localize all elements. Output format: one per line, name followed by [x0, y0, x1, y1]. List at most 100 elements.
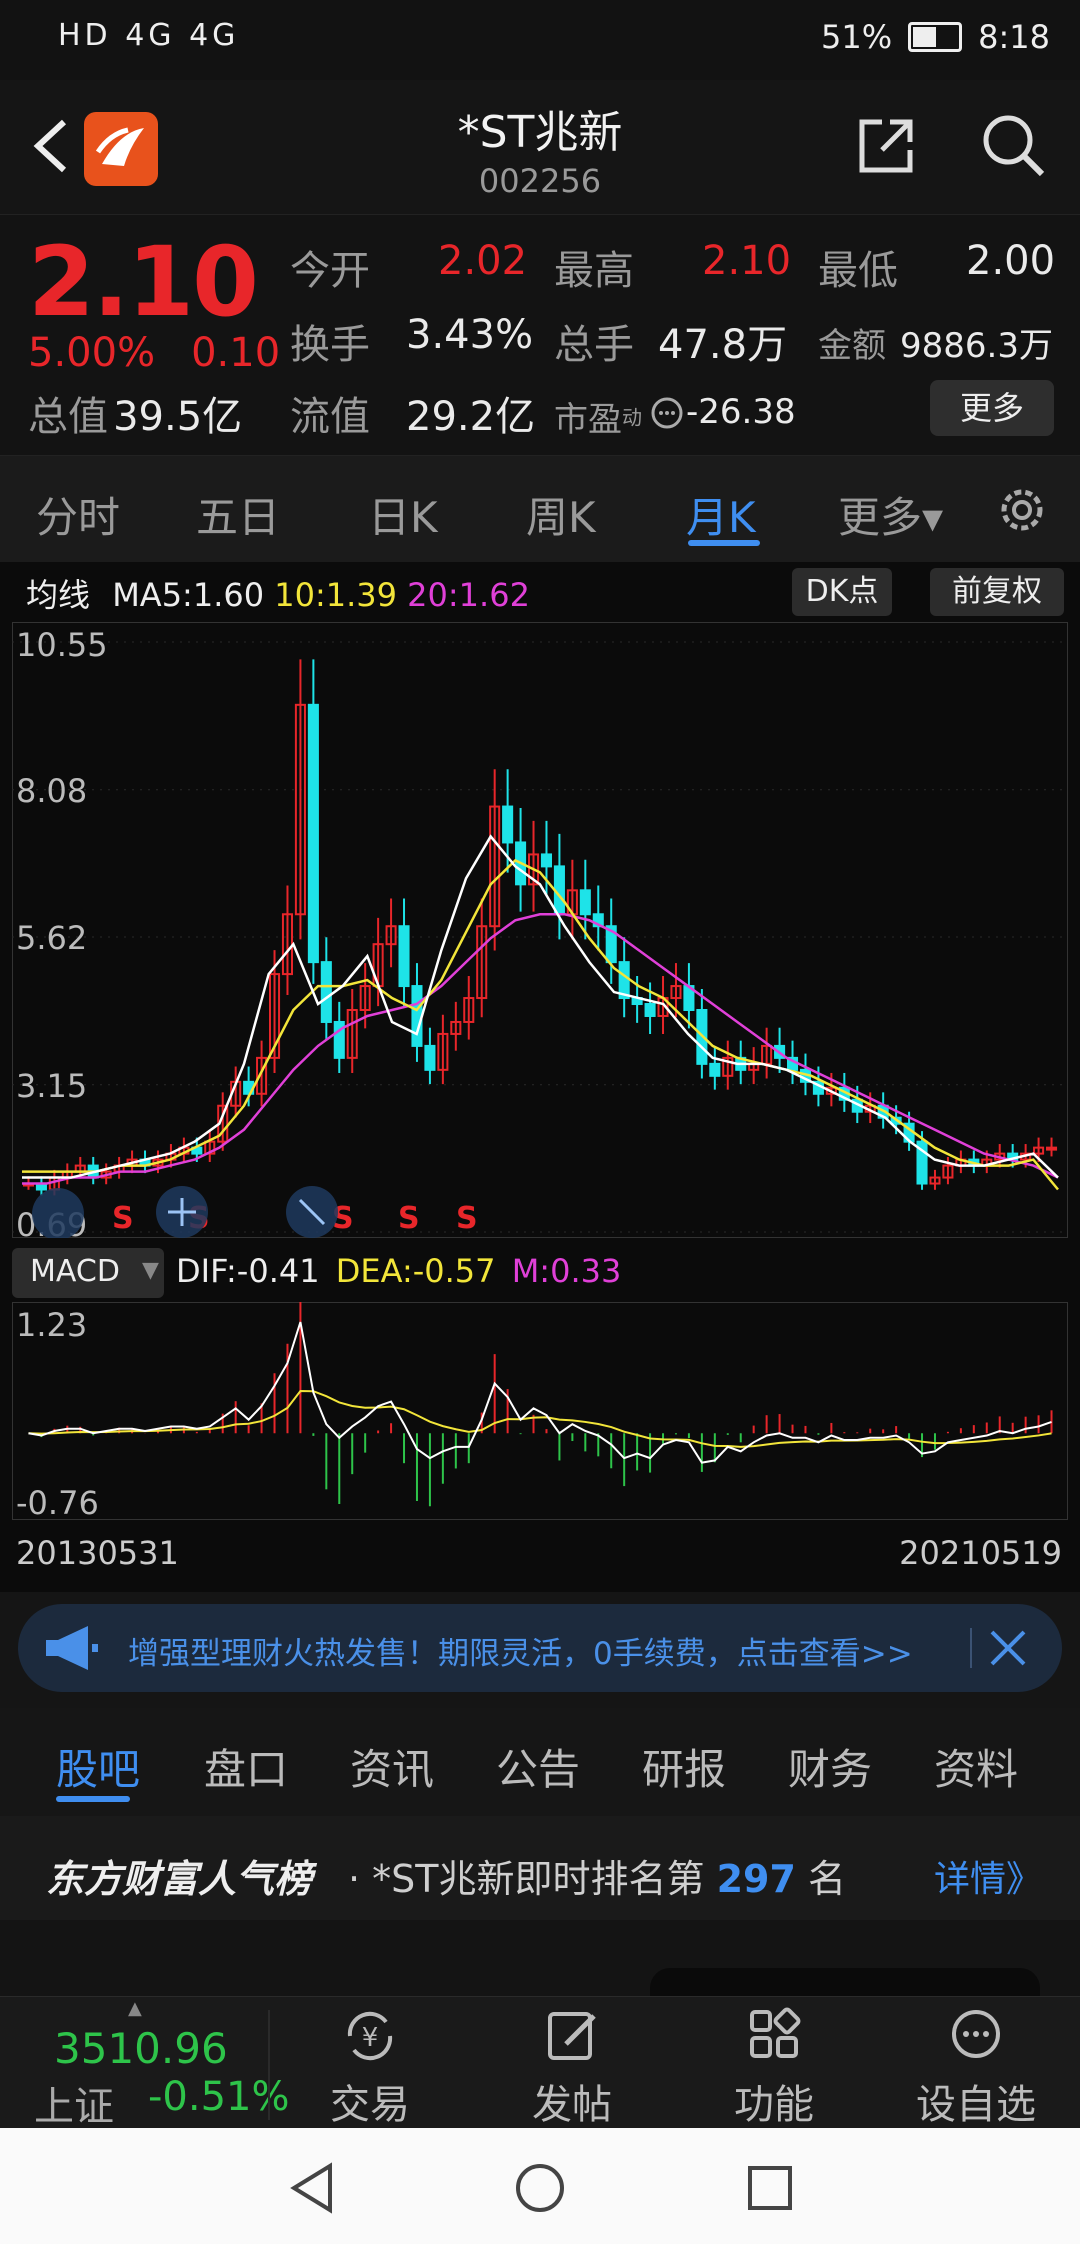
tab-research[interactable]: 研报 [642, 1736, 726, 1797]
dif-line [28, 1321, 1052, 1464]
gear-icon[interactable] [994, 482, 1050, 538]
zoom-out-control [32, 1188, 84, 1238]
ma5-line [22, 834, 1059, 1179]
dea-line [28, 1389, 1052, 1448]
y-tick-label: 3.15 [16, 1067, 87, 1105]
stock-code: 002256 [478, 162, 602, 200]
x-end-date: 20210519 [899, 1534, 1062, 1572]
candle-body [320, 961, 332, 1023]
tab-orderbook[interactable]: 盘口 [204, 1736, 288, 1797]
turnover: 3.43% [406, 312, 534, 358]
y-tick-label: 10.55 [16, 626, 108, 664]
more-quote-button[interactable]: 更多 [930, 380, 1054, 436]
macd-tick-label: 1.23 [16, 1306, 87, 1344]
ma10-line [22, 858, 1059, 1191]
edit-icon [548, 2012, 596, 2060]
candle-body [502, 805, 514, 844]
tab-monthly-k[interactable]: 月K [686, 484, 756, 545]
tab-announcements[interactable]: 公告 [496, 1736, 580, 1797]
macd-tick-label: -0.76 [16, 1484, 99, 1520]
rank-brand: 东方财富人气榜 [46, 1857, 313, 1901]
info-face-icon[interactable] [650, 396, 684, 430]
ma10-value: 10:1.39 [274, 576, 397, 614]
index-value[interactable]: 3510.96 [54, 2024, 228, 2073]
nav-home-icon[interactable] [512, 2160, 568, 2216]
ma5-value: MA5:1.60 [112, 576, 265, 614]
status-left: HD 4G 4G [58, 18, 240, 53]
promo-text[interactable]: 增强型理财火热发售！期限灵活，0手续费，点击查看>> [128, 1628, 913, 1673]
price-change: 5.00% 0.10 [28, 330, 281, 376]
search-icon[interactable] [980, 112, 1046, 178]
stock-name: *ST兆新 [457, 107, 623, 158]
market-cap: 39.5亿 [113, 394, 243, 440]
current-price: 2.10 [28, 226, 259, 338]
x-start-date: 20130531 [16, 1534, 179, 1572]
index-name[interactable]: 上证 [34, 2074, 114, 2132]
functions-button[interactable]: 功能 [714, 2006, 834, 2130]
share-icon[interactable] [856, 116, 916, 176]
y-tick-label: 5.62 [16, 919, 87, 957]
tab-weekly-k[interactable]: 周K [526, 484, 596, 545]
pe-ratio: -26.38 [686, 392, 796, 432]
candle-body [540, 853, 553, 868]
tab-daily-k[interactable]: 日K [368, 484, 438, 545]
candle-body [307, 703, 319, 964]
candle-body [411, 985, 423, 1047]
status-bar: HD 4G 4G 51% 8:18 [0, 0, 1080, 80]
candle-body [579, 889, 591, 916]
candle-body [398, 925, 410, 988]
dropdown-arrow-icon: ▼ [142, 1258, 159, 1283]
candle-body [424, 1044, 436, 1071]
yen-cycle-icon: ¥ [347, 2011, 393, 2061]
float-cap: 29.2亿 [406, 394, 536, 440]
kline-chart[interactable]: 10.558.085.623.150.69SSSSS [12, 622, 1068, 1238]
low-price: 2.00 [966, 238, 1056, 284]
tab-news[interactable]: 资讯 [350, 1736, 434, 1797]
battery-icon [908, 22, 963, 52]
ma20-line [22, 913, 1059, 1185]
svg-text:¥: ¥ [362, 2023, 379, 2053]
trade-button[interactable]: ¥ 交易 [310, 2006, 430, 2130]
grid-icon [750, 2007, 801, 2058]
volume: 47.8万 [658, 322, 788, 368]
nav-recents-icon[interactable] [742, 2160, 798, 2216]
sell-signal-label: S [398, 1201, 420, 1236]
active-tab-indicator [688, 540, 760, 546]
y-tick-label: 8.08 [16, 772, 87, 810]
caret-up-icon: ▲ [128, 1998, 142, 2019]
back-arrow-icon[interactable] [30, 118, 70, 174]
megaphone-icon [46, 1626, 98, 1670]
sell-signal-label: S [456, 1201, 478, 1236]
ma-legend: 均线 MA5:1.60 10:1.39 20:1.62 [26, 576, 530, 614]
app-logo-icon [84, 112, 158, 186]
macd-selector[interactable]: MACD ▼ [12, 1248, 164, 1298]
clock: 8:18 [978, 18, 1050, 56]
tab-forum[interactable]: 股吧 [56, 1736, 140, 1797]
add-watchlist-button[interactable]: 设自选 [916, 2006, 1036, 2130]
close-icon[interactable] [988, 1628, 1028, 1668]
macd-chart[interactable]: 1.23 -0.76 [12, 1302, 1068, 1520]
candle-body [709, 1062, 721, 1077]
rank-detail-link[interactable]: 详情》 [934, 1850, 1042, 1902]
tab-intraday[interactable]: 分时 [36, 484, 120, 545]
candle-body [644, 1003, 656, 1017]
more-circle-icon [952, 2010, 1000, 2058]
tab-more[interactable]: 更多▾ [838, 484, 943, 545]
nav-back-icon[interactable] [284, 2160, 340, 2216]
tab-five-day[interactable]: 五日 [196, 484, 280, 545]
ma20-value: 20:1.62 [407, 576, 530, 614]
rank-number: 297 [716, 1857, 796, 1901]
open-price: 2.02 [438, 238, 528, 284]
rank-text: · *ST兆新即时排名第 297 名 [348, 1857, 847, 1901]
system-nav-bar [0, 2128, 1080, 2244]
macd-legend: DIF:-0.41 DEA:-0.57 M:0.33 [176, 1252, 622, 1290]
adjust-button[interactable]: 前复权 [930, 568, 1064, 616]
candle-body [1045, 1146, 1058, 1151]
post-button[interactable]: 发帖 [512, 2006, 632, 2130]
battery-percent: 51% [821, 18, 893, 56]
amount: 9886.3万 [900, 326, 1053, 366]
dk-point-button[interactable]: DK点 [792, 568, 892, 616]
tab-finance[interactable]: 财务 [788, 1736, 872, 1797]
tab-profile[interactable]: 资料 [934, 1736, 1018, 1797]
high-price: 2.10 [702, 238, 792, 284]
